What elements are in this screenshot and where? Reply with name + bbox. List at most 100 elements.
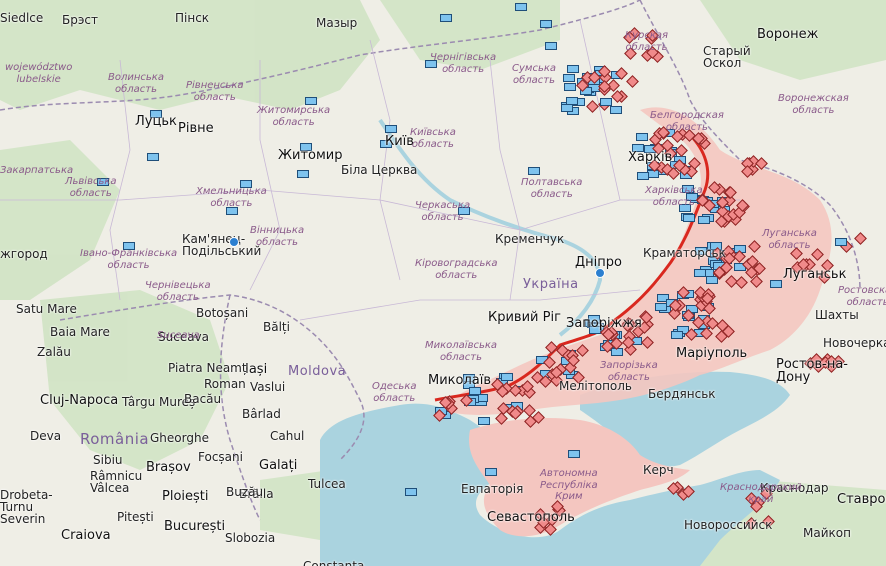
city-label-buzau: Buzău bbox=[226, 485, 264, 499]
oblast-label-lviv-obl: Львівська область bbox=[65, 176, 117, 199]
city-label-satu-mare: Satu Mare bbox=[16, 302, 77, 316]
ukrainian-unit-icon[interactable] bbox=[609, 106, 622, 115]
city-label-brasov: Brașov bbox=[146, 460, 191, 475]
city-label-kharkiv: Харків bbox=[628, 150, 673, 165]
ukrainian-unit-icon[interactable] bbox=[501, 373, 514, 382]
city-label-pitesti: Pitești bbox=[117, 510, 154, 524]
city-label-bacau: Bacău bbox=[184, 392, 222, 406]
ukrainian-unit-icon[interactable] bbox=[563, 73, 576, 82]
oblast-label-kharkiv-obl: Харківська область bbox=[645, 185, 703, 208]
ukrainian-unit-icon[interactable] bbox=[654, 303, 667, 312]
city-label-cluj: Cluj-Napoca bbox=[40, 393, 119, 408]
city-label-siedlce: Siedlce bbox=[0, 11, 44, 25]
city-label-zalau: Zalău bbox=[37, 345, 71, 359]
ukrainian-unit-icon[interactable] bbox=[405, 488, 417, 496]
oblast-label-lubelskie: województwo lubelskie bbox=[5, 62, 73, 85]
city-label-berdiansk: Бердянськ bbox=[648, 387, 716, 401]
city-label-novorossiysk: Новороссийск bbox=[684, 518, 773, 532]
city-label-balti: Bălți bbox=[263, 320, 290, 334]
city-label-maikop: Майкоп bbox=[803, 526, 851, 540]
oblast-label-kursk-obl: Курская область bbox=[625, 30, 669, 53]
ukrainian-unit-icon[interactable] bbox=[563, 82, 576, 91]
city-label-novocherkassk: Новочеркасск bbox=[823, 336, 886, 350]
city-label-pinsk: Пінск bbox=[175, 11, 210, 25]
ukrainian-unit-icon[interactable] bbox=[528, 167, 540, 175]
oblast-label-chernihiv-obl: Чернігівська область bbox=[430, 52, 497, 75]
city-label-staryi-oskol: Старый Оскол bbox=[703, 44, 751, 70]
oblast-label-zhytomyr-obl: Житомирська область bbox=[257, 105, 331, 128]
city-label-mariupol: Маріуполь bbox=[676, 346, 748, 361]
city-label-gheorghe: Gheorghe bbox=[150, 431, 209, 445]
oblast-label-poltava-obl: Полтавська область bbox=[521, 177, 583, 200]
oblast-label-belgorod-obl: Белгородская область bbox=[650, 110, 724, 133]
city-label-drobeta: Drobeta- Turnu Severin bbox=[0, 488, 53, 526]
ukrainian-unit-icon[interactable] bbox=[561, 104, 574, 113]
ukrainian-unit-icon[interactable] bbox=[698, 216, 711, 225]
ukrainian-unit-icon[interactable] bbox=[147, 153, 159, 161]
oblast-label-zaporizhzhia-obl: Запорізька область bbox=[600, 360, 658, 383]
oblast-label-voronezh-obl: Воронежская область bbox=[778, 93, 849, 116]
ukrainian-unit-icon[interactable] bbox=[440, 14, 452, 22]
city-label-ploiesti: Ploiești bbox=[162, 489, 209, 504]
city-label-tulcea: Tulcea bbox=[308, 477, 346, 491]
oblast-label-vinnytsia-obl: Вінницька область bbox=[250, 225, 305, 248]
ukrainian-unit-icon[interactable] bbox=[600, 98, 612, 106]
city-label-constanta: Constanța bbox=[303, 559, 365, 566]
city-label-piatra-neamt: Piatra Neamț bbox=[168, 361, 247, 375]
city-label-craiova: Craiova bbox=[61, 528, 111, 543]
oblast-label-rostov-obl: Ростовская область bbox=[838, 285, 886, 308]
ukrainian-unit-icon[interactable] bbox=[770, 280, 782, 288]
city-label-baia-mare: Baia Mare bbox=[50, 325, 110, 339]
city-label-uzhhorod: жгород bbox=[0, 247, 48, 261]
city-label-stavropol: Ставрополь bbox=[837, 492, 886, 507]
location-pin-icon[interactable] bbox=[595, 268, 605, 278]
city-label-yevpatoriia: Евпаторія bbox=[461, 482, 524, 496]
country-label-moldova: Moldova bbox=[288, 364, 347, 379]
ukrainian-unit-icon[interactable] bbox=[305, 97, 317, 105]
ukrainian-unit-icon[interactable] bbox=[568, 450, 580, 458]
ukrainian-unit-icon[interactable] bbox=[636, 133, 648, 141]
city-label-kremenchuk: Кременчук bbox=[495, 232, 565, 246]
city-label-kerch: Керч bbox=[643, 463, 674, 477]
city-label-botosani: Botoșani bbox=[196, 306, 249, 320]
location-pin-icon[interactable] bbox=[229, 237, 239, 247]
ukrainian-unit-icon[interactable] bbox=[671, 331, 684, 340]
ukrainian-unit-icon[interactable] bbox=[566, 64, 579, 73]
city-label-brest: Брэст bbox=[62, 13, 99, 27]
city-label-shakhty: Шахты bbox=[815, 308, 859, 322]
oblast-label-crimea: Автономна Республіка Крим bbox=[540, 468, 598, 502]
ukrainian-unit-icon[interactable] bbox=[469, 387, 482, 396]
country-label-romania: România bbox=[80, 430, 150, 448]
ukrainian-unit-icon[interactable] bbox=[385, 125, 397, 133]
city-label-galati: Galați bbox=[259, 458, 298, 473]
oblast-label-chernivtsi-obl: Чернівецька область bbox=[145, 280, 211, 303]
city-label-zhytomyr: Житомир bbox=[278, 148, 343, 163]
ukrainian-unit-icon[interactable] bbox=[540, 20, 552, 28]
city-label-zaporizhzhia: Запоріжжя bbox=[566, 316, 642, 331]
ukrainian-unit-icon[interactable] bbox=[683, 214, 696, 223]
ukrainian-unit-icon[interactable] bbox=[693, 269, 706, 278]
city-label-mazyr: Мазыр bbox=[316, 16, 358, 30]
city-label-roman: Roman bbox=[204, 377, 246, 391]
oblast-label-sumy-obl: Сумська область bbox=[512, 63, 557, 86]
ukrainian-unit-icon[interactable] bbox=[611, 348, 624, 357]
city-label-slobozia: Slobozia bbox=[225, 531, 276, 545]
ukrainian-unit-icon[interactable] bbox=[297, 170, 309, 178]
ukrainian-unit-icon[interactable] bbox=[545, 42, 557, 50]
oblast-label-khmelnytskyi-obl: Хмельницька область bbox=[196, 186, 267, 209]
city-label-bila-tserkva: Біла Церква bbox=[341, 163, 418, 177]
oblast-label-kirovohrad-obl: Кіровоградська область bbox=[415, 258, 498, 281]
war-map[interactable]: Україна Брэст Пінск Мазыр Луцьк Рівне Житомир… bbox=[0, 0, 886, 566]
city-label-rivne: Рівне bbox=[178, 121, 214, 136]
city-label-barlad: Bârlad bbox=[242, 407, 281, 421]
city-label-iasi: Iași bbox=[245, 362, 268, 377]
ukrainian-unit-icon[interactable] bbox=[515, 3, 527, 11]
ukrainian-unit-icon[interactable] bbox=[835, 238, 847, 246]
city-label-rostov: Ростов-на- Дону bbox=[776, 357, 848, 385]
ukrainian-unit-icon[interactable] bbox=[637, 171, 649, 180]
ukrainian-unit-icon[interactable] bbox=[478, 417, 491, 426]
city-label-mykolaiv: Миколаїв bbox=[428, 373, 492, 388]
ukrainian-unit-icon[interactable] bbox=[485, 468, 497, 476]
oblast-label-suceava-co: Suceava bbox=[157, 330, 200, 341]
oblast-label-volyn: Волинська область bbox=[108, 72, 164, 95]
